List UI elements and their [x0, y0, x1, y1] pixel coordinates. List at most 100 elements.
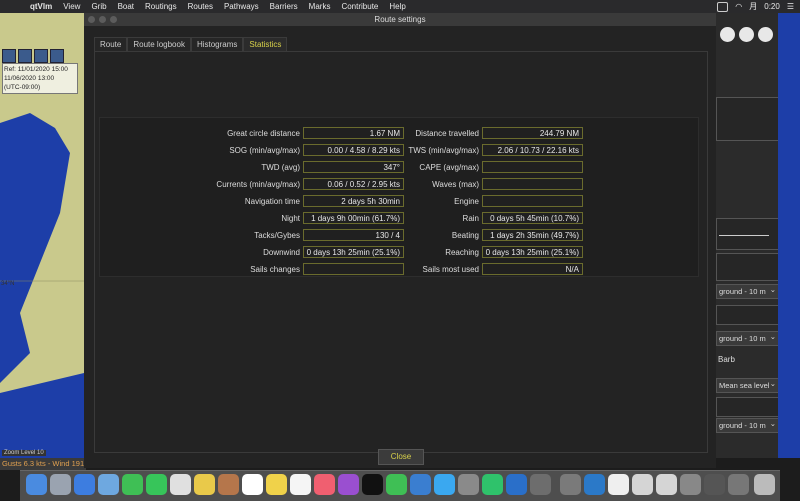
document-icon[interactable] — [632, 474, 653, 495]
stat-label-night: Night — [281, 214, 300, 223]
zoom-level: Zoom Level 10 — [2, 450, 46, 456]
app-icon[interactable] — [530, 474, 551, 495]
stat-value-rain: 0 days 5h 45min (10.7%) — [482, 212, 583, 224]
document-icon[interactable] — [680, 474, 701, 495]
menu-grib[interactable]: Grib — [91, 2, 106, 11]
minimize-window-icon[interactable] — [99, 16, 106, 23]
map-tool-icon[interactable] — [2, 49, 16, 63]
panel-frame — [716, 253, 782, 281]
podcasts-icon[interactable] — [338, 474, 359, 495]
panel-frame — [716, 97, 782, 141]
folder-icon[interactable] — [728, 474, 749, 495]
level-select-1[interactable]: ground - 10 m — [716, 283, 780, 299]
trash-icon[interactable] — [754, 474, 775, 495]
document-icon[interactable] — [656, 474, 677, 495]
messages-icon[interactable] — [146, 474, 167, 495]
menu-bar: qtVlm View Grib Boat Routings Routes Pat… — [0, 0, 800, 13]
tv-icon[interactable] — [362, 474, 383, 495]
stat-value-tacks-gybes: 130 / 4 — [303, 229, 404, 241]
vscode-icon[interactable] — [584, 474, 605, 495]
reminders-icon[interactable] — [290, 474, 311, 495]
battery-icon[interactable] — [717, 1, 729, 12]
safari-icon[interactable] — [74, 474, 95, 495]
map-view[interactable]: Ref: 11/01/2020 15:00 11/06/2020 13:00 (… — [0, 13, 84, 458]
photos-icon[interactable] — [194, 474, 215, 495]
stat-value-sog: 0.00 / 4.58 / 8.29 kts — [303, 144, 404, 156]
target-icon[interactable] — [739, 27, 754, 42]
date-now: 11/06/2020 13:00 — [4, 75, 55, 82]
facetime-icon[interactable] — [122, 474, 143, 495]
finder-icon[interactable] — [26, 474, 47, 495]
stat-label-navigation-time: Navigation time — [244, 197, 300, 206]
tab-bar: Route Route logbook Histograms Statistic… — [94, 37, 288, 51]
level-select-2[interactable]: ground - 10 m — [716, 330, 780, 346]
notes-icon[interactable] — [266, 474, 287, 495]
menu-contribute[interactable]: Contribute — [341, 2, 378, 11]
zoom-window-icon[interactable] — [110, 16, 117, 23]
stat-label-currents: Currents (min/avg/max) — [216, 180, 300, 189]
contacts-icon[interactable] — [218, 474, 239, 495]
day-label: 月 — [749, 2, 758, 11]
map-tool-icon[interactable] — [34, 49, 48, 63]
stat-label-sails-changes: Sails changes — [250, 265, 300, 274]
map-sea-strip — [778, 13, 800, 458]
keynote-icon[interactable] — [410, 474, 431, 495]
level-select-4[interactable]: ground - 10 m — [716, 417, 780, 433]
stat-label-cape: CAPE (avg/max) — [419, 163, 479, 172]
level-select-3[interactable]: Mean sea level — [716, 377, 780, 393]
map-tool-icon[interactable] — [18, 49, 32, 63]
close-button[interactable]: Close — [378, 449, 424, 465]
menu-boat[interactable]: Boat — [118, 2, 134, 11]
mail-icon[interactable] — [98, 474, 119, 495]
stat-value-currents: 0.06 / 0.52 / 2.95 kts — [303, 178, 404, 190]
wifi-icon[interactable]: ◠ — [735, 2, 742, 11]
menu-marks[interactable]: Marks — [309, 2, 331, 11]
preview-icon[interactable] — [560, 474, 581, 495]
launchpad-icon[interactable] — [50, 474, 71, 495]
window-thumbnail-icon[interactable] — [704, 474, 725, 495]
close-window-icon[interactable] — [88, 16, 95, 23]
system-preferences-icon[interactable] — [458, 474, 479, 495]
menu-barriers[interactable]: Barriers — [270, 2, 298, 11]
stat-value-navigation-time: 2 days 5h 30min — [303, 195, 404, 207]
tab-statistics[interactable]: Statistics — [243, 37, 288, 51]
stat-value-beating: 1 days 2h 35min (49.7%) — [482, 229, 583, 241]
line-icon[interactable] — [482, 474, 503, 495]
tab-route-logbook[interactable]: Route logbook — [127, 37, 191, 51]
tab-route[interactable]: Route — [94, 37, 128, 51]
stat-label-distance-travelled: Distance travelled — [415, 129, 479, 138]
map-tool-icon[interactable] — [50, 49, 64, 63]
menu-app[interactable]: qtVlm — [30, 2, 52, 11]
qtvlm-icon[interactable] — [506, 474, 527, 495]
menu-help[interactable]: Help — [389, 2, 405, 11]
stat-value-distance-travelled: 244.79 NM — [482, 127, 583, 139]
menu-view[interactable]: View — [63, 2, 80, 11]
stat-label-engine: Engine — [454, 197, 479, 206]
stat-label-tacks-gybes: Tacks/Gybes — [254, 231, 300, 240]
music-icon[interactable] — [314, 474, 335, 495]
menu-routings[interactable]: Routings — [145, 2, 177, 11]
panel-frame — [716, 305, 782, 325]
lifebuoy-icon[interactable] — [758, 27, 773, 42]
menu-pathways[interactable]: Pathways — [224, 2, 259, 11]
app-store-icon[interactable] — [434, 474, 455, 495]
divider — [719, 235, 769, 236]
stat-value-night: 1 days 9h 00min (61.7%) — [303, 212, 404, 224]
calendar-icon[interactable] — [242, 474, 263, 495]
numbers-icon[interactable] — [386, 474, 407, 495]
maps-icon[interactable] — [170, 474, 191, 495]
document-icon[interactable] — [608, 474, 629, 495]
stat-label-waves: Waves (max) — [432, 180, 479, 189]
date-ref: Ref: 11/01/2020 15:00 — [4, 66, 68, 73]
control-center-icon[interactable]: ☰ — [787, 2, 794, 11]
menu-routes[interactable]: Routes — [188, 2, 213, 11]
panel-frame — [716, 218, 782, 250]
clock-label[interactable]: 0:20 — [764, 2, 780, 11]
stat-value-tws: 2.06 / 10.73 / 22.16 kts — [482, 144, 583, 156]
stat-label-sog: SOG (min/avg/max) — [229, 146, 300, 155]
tab-histograms[interactable]: Histograms — [190, 37, 244, 51]
dialog-title: Route settings — [374, 15, 426, 24]
warning-icon[interactable] — [720, 27, 735, 42]
dialog-titlebar[interactable]: Route settings — [84, 13, 716, 26]
stat-value-great-circle: 1.67 NM — [303, 127, 404, 139]
